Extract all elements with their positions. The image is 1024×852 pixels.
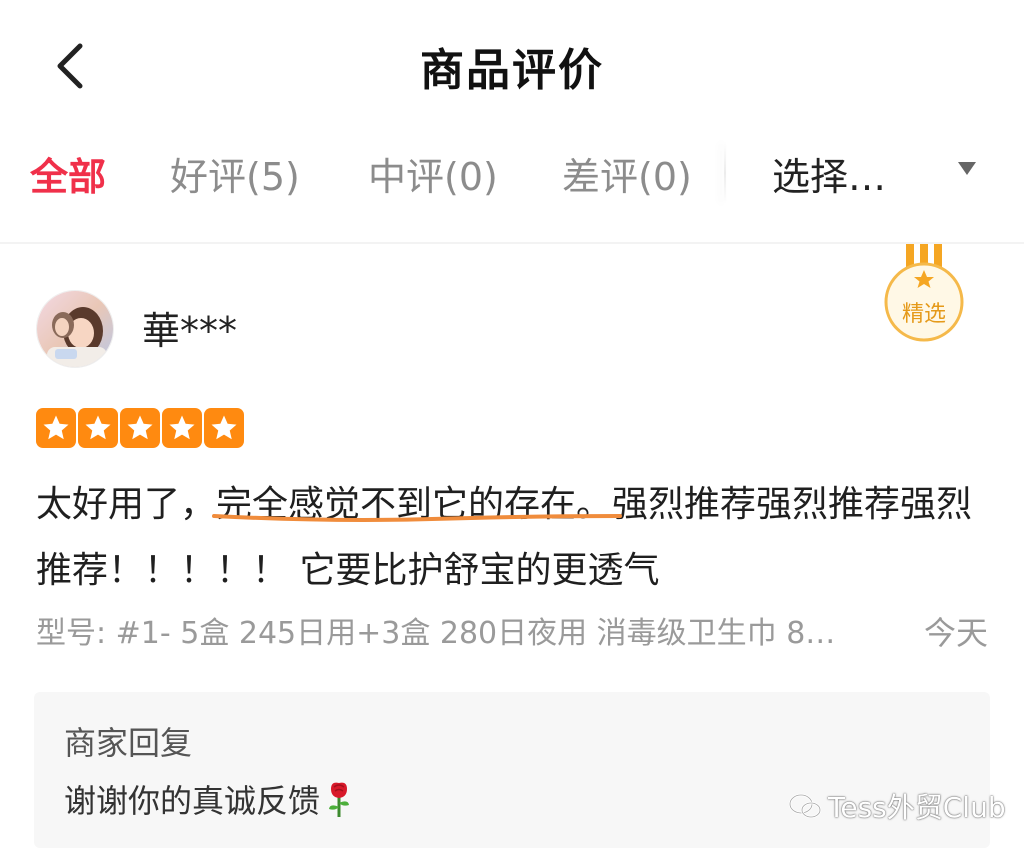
review-text: 太好用了，完全感觉不到它的存在。强烈推荐强烈推荐强烈推荐！！！！！ 它要比护舒宝… [36,472,996,604]
filter-dropdown[interactable]: 选择… [742,138,1024,208]
tab-negative[interactable]: 差评(0) [562,146,692,201]
merchant-reply-title: 商家回复 [64,724,193,762]
featured-badge: 精选 [880,244,968,344]
review-filter-tabs: 全部 好评(5) 中评(0) 差评(0) 选择… [0,128,1024,220]
header-bar: 商品评价 [0,0,1024,128]
product-variant: 型号: #1- 5盒 245日用+3盒 280日夜用 消毒级卫生巾 8… [36,616,836,651]
watermark: Tess外贸Club [788,786,1006,826]
tab-neutral[interactable]: 中评(0) [368,146,498,201]
featured-badge-label: 精选 [901,302,946,327]
medal-icon [884,244,964,342]
star-icon [36,408,76,448]
watermark-text: Tess外贸Club [828,791,1006,824]
star-icon [204,408,244,448]
merchant-reply-text: 谢谢你的真诚反馈 [64,782,321,820]
review-meta: 型号: #1- 5盒 245日用+3盒 280日夜用 消毒级卫生巾 8… 今天 [36,608,988,652]
section-divider [0,242,1024,244]
merchant-reply-body: 谢谢你的真诚反馈 [64,776,354,827]
avatar[interactable] [36,290,114,368]
review-date: 今天 [923,614,988,652]
star-rating [36,408,244,448]
filter-dropdown-label: 选择… [772,155,887,199]
review-text-intro: 太好用了， [36,484,217,525]
wechat-icon [788,793,822,819]
rose-icon [324,779,354,827]
star-icon [120,408,160,448]
avatar-image [37,291,113,367]
star-icon [162,408,202,448]
page-title: 商品评价 [420,45,604,96]
reviewer-name: 華*** [142,309,238,353]
caret-down-icon [958,162,976,175]
tab-divider [724,142,726,204]
star-icon [78,408,118,448]
tab-all[interactable]: 全部 [30,146,106,201]
highlight-underline [212,514,622,522]
tab-positive[interactable]: 好评(5) [170,146,300,201]
